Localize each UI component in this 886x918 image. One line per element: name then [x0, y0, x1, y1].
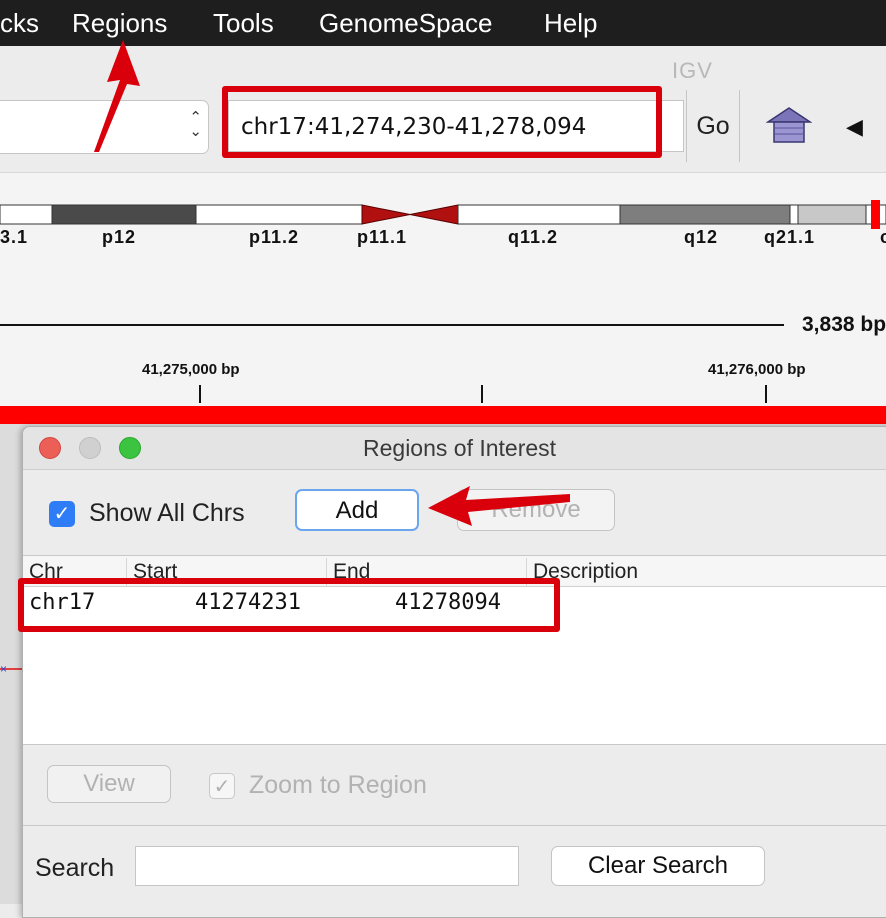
annotation-arrow-icon — [428, 486, 570, 526]
annotation-arrows — [94, 40, 570, 526]
annotation-arrow-icon — [94, 40, 140, 152]
